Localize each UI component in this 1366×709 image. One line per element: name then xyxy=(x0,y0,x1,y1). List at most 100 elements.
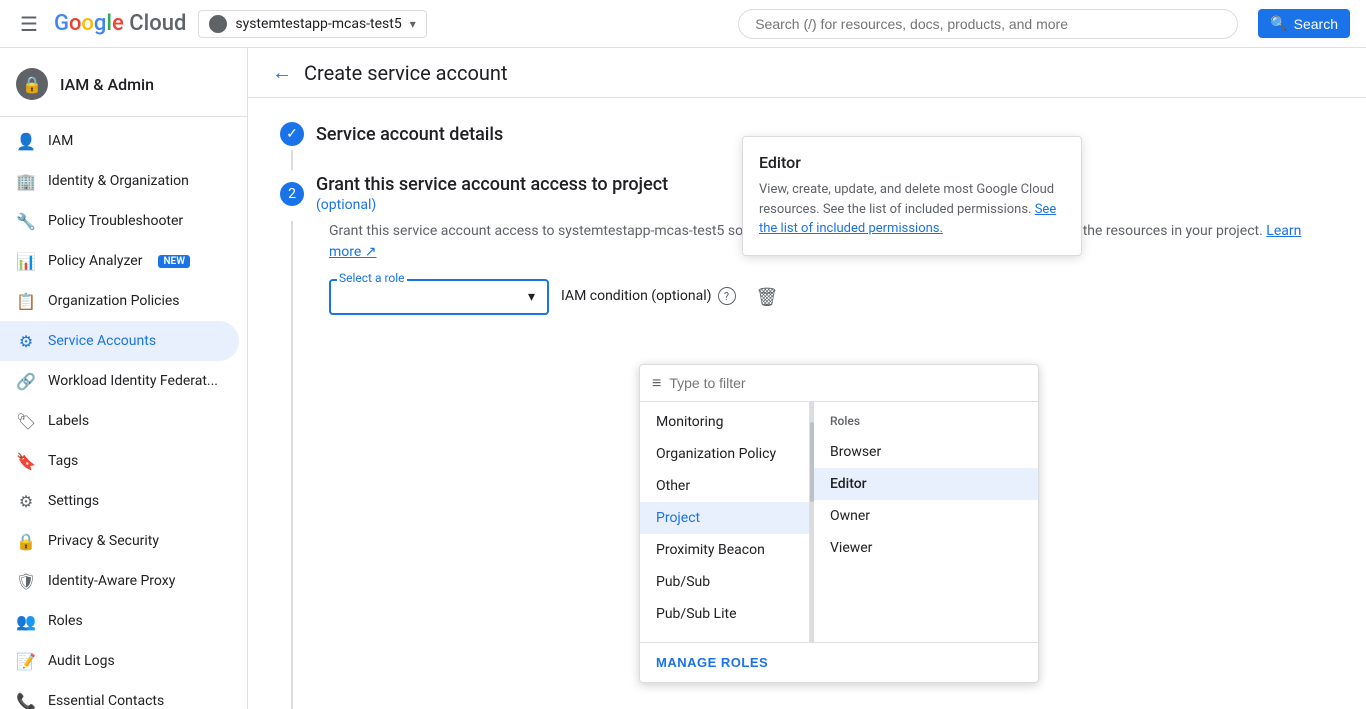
sidebar-item-label: Settings xyxy=(48,493,99,509)
org-policies-icon: 📋 xyxy=(16,291,36,311)
iam-condition: IAM condition (optional) ? xyxy=(561,279,736,313)
sidebar-item-labels[interactable]: 🏷 Labels xyxy=(0,401,239,441)
search-button[interactable]: 🔍 Search xyxy=(1258,9,1350,38)
role-select-chevron: ▾ xyxy=(528,289,535,305)
category-pub-sub-lite[interactable]: Pub/Sub Lite xyxy=(640,598,809,630)
policy-analyzer-icon: 📊 xyxy=(16,251,36,271)
delete-button[interactable]: 🗑 xyxy=(748,279,787,316)
audit-logs-icon: 📝 xyxy=(16,651,36,671)
sidebar: 🔒 IAM & Admin 👤 IAM 🏢 Identity & Organiz… xyxy=(0,48,248,709)
sidebar-item-identity-aware-proxy[interactable]: 🛡 Identity-Aware Proxy xyxy=(0,561,239,601)
search-input[interactable] xyxy=(755,16,1221,32)
step2-subtitle: (optional) xyxy=(316,197,668,213)
role-editor[interactable]: Editor xyxy=(814,468,1038,500)
filter-icon: ≡ xyxy=(652,373,661,393)
sidebar-item-iam[interactable]: 👤 IAM xyxy=(0,121,239,161)
category-monitoring[interactable]: Monitoring xyxy=(640,406,809,438)
logo-g: G xyxy=(54,11,69,36)
sidebar-item-label: Workload Identity Federat... xyxy=(48,373,218,389)
hamburger-menu[interactable]: ☰ xyxy=(16,8,42,40)
identity-org-icon: 🏢 xyxy=(16,171,36,191)
category-other[interactable]: Other xyxy=(640,470,809,502)
sidebar-item-label: Identity & Organization xyxy=(48,173,189,189)
sidebar-item-label: Policy Analyzer xyxy=(48,253,142,269)
sidebar-item-workload-identity[interactable]: 🔗 Workload Identity Federat... xyxy=(0,361,239,401)
identity-aware-proxy-icon: 🛡 xyxy=(16,571,36,591)
sidebar-header: 🔒 IAM & Admin xyxy=(0,56,247,112)
step1-title: Service account details xyxy=(316,124,503,145)
category-project[interactable]: Project xyxy=(640,502,809,534)
dropdown-roles: Roles Browser Editor Owner Viewer xyxy=(814,402,1038,642)
category-pub-sub[interactable]: Pub/Sub xyxy=(640,566,809,598)
sidebar-item-tags[interactable]: 🔖 Tags xyxy=(0,441,239,481)
privacy-security-icon: 🔒 xyxy=(16,531,36,551)
tooltip-title: Editor xyxy=(759,153,1065,172)
sidebar-item-policy-analyzer[interactable]: 📊 Policy Analyzer NEW xyxy=(0,241,239,281)
iam-icon: 👤 xyxy=(16,131,36,151)
tags-icon: 🔖 xyxy=(16,451,36,471)
search-button-label: Search xyxy=(1294,16,1338,32)
chevron-down-icon: ▾ xyxy=(410,17,416,31)
search-icon: 🔍 xyxy=(1270,15,1287,32)
step-connector-1 xyxy=(291,150,293,170)
logo-cloud: Cloud xyxy=(124,11,187,36)
sidebar-item-label: Service Accounts xyxy=(48,333,156,349)
page-title: Create service account xyxy=(304,61,508,85)
category-org-policy[interactable]: Organization Policy xyxy=(640,438,809,470)
sidebar-item-label: Essential Contacts xyxy=(48,693,164,709)
role-tooltip: Editor View, create, update, and delete … xyxy=(742,136,1082,256)
step2-title: Grant this service account access to pro… xyxy=(316,174,668,195)
sidebar-item-service-accounts[interactable]: ⚙ Service Accounts xyxy=(0,321,239,361)
sidebar-item-roles[interactable]: 👥 Roles xyxy=(0,601,239,641)
sidebar-item-audit-logs[interactable]: 📝 Audit Logs xyxy=(0,641,239,681)
role-owner[interactable]: Owner xyxy=(814,500,1038,532)
role-row: Select a role ▾ IAM condition (optional)… xyxy=(329,279,1334,316)
back-button[interactable]: ← xyxy=(272,60,292,85)
dropdown-body: Monitoring Organization Policy Other Pro… xyxy=(640,402,1038,642)
page-header: ← Create service account xyxy=(248,48,1366,98)
iam-admin-icon: 🔒 xyxy=(16,68,48,100)
sidebar-item-essential-contacts[interactable]: 📞 Essential Contacts xyxy=(0,681,239,709)
scroll-indicator-container xyxy=(810,402,814,642)
dropdown-categories: Monitoring Organization Policy Other Pro… xyxy=(640,402,810,642)
project-selector[interactable]: systemtestapp-mcas-test5 ▾ xyxy=(198,10,426,38)
role-select-wrapper: Select a role ▾ xyxy=(329,279,549,315)
category-proximity-beacon[interactable]: Proximity Beacon xyxy=(640,534,809,566)
sidebar-item-settings[interactable]: ⚙ Settings xyxy=(0,481,239,521)
logo-g2: g xyxy=(94,11,106,36)
logo-o1: o xyxy=(69,11,81,36)
sidebar-item-label: Privacy & Security xyxy=(48,533,159,549)
essential-contacts-icon: 📞 xyxy=(16,691,36,709)
sidebar-item-org-policies[interactable]: 📋 Organization Policies xyxy=(0,281,239,321)
role-dropdown: ≡ Monitoring Organization Policy Other P… xyxy=(639,364,1039,683)
roles-icon: 👥 xyxy=(16,611,36,631)
sidebar-item-privacy-security[interactable]: 🔒 Privacy & Security xyxy=(0,521,239,561)
sidebar-item-label: Labels xyxy=(48,413,89,429)
role-viewer[interactable]: Viewer xyxy=(814,532,1038,564)
sidebar-item-label: Policy Troubleshooter xyxy=(48,213,183,229)
sidebar-item-identity-org[interactable]: 🏢 Identity & Organization xyxy=(0,161,239,201)
sidebar-divider xyxy=(0,116,247,117)
role-select-label: Select a role xyxy=(337,271,407,285)
dropdown-footer: MANAGE ROLES xyxy=(640,642,1038,682)
sidebar-item-label: Identity-Aware Proxy xyxy=(48,573,175,589)
iam-condition-label: IAM condition (optional) xyxy=(561,288,712,304)
layout: 🔒 IAM & Admin 👤 IAM 🏢 Identity & Organiz… xyxy=(0,48,1366,709)
logo-e: e xyxy=(112,11,124,36)
search-bar[interactable] xyxy=(738,9,1238,39)
dropdown-filter-row: ≡ xyxy=(640,365,1038,402)
policy-troubleshooter-icon: 🔧 xyxy=(16,211,36,231)
filter-input[interactable] xyxy=(669,375,1026,391)
sidebar-item-label: Audit Logs xyxy=(48,653,115,669)
manage-roles-button[interactable]: MANAGE ROLES xyxy=(656,651,768,674)
labels-icon: 🏷 xyxy=(16,411,36,431)
help-icon[interactable]: ? xyxy=(718,287,736,305)
new-badge: NEW xyxy=(158,255,190,268)
sidebar-item-label: Organization Policies xyxy=(48,293,180,309)
sidebar-item-policy-troubleshooter[interactable]: 🔧 Policy Troubleshooter xyxy=(0,201,239,241)
tooltip-description: View, create, update, and delete most Go… xyxy=(759,180,1065,239)
sidebar-item-label: IAM xyxy=(48,133,73,149)
role-browser[interactable]: Browser xyxy=(814,436,1038,468)
logo-o2: o xyxy=(81,11,93,36)
scroll-indicator xyxy=(810,422,814,502)
